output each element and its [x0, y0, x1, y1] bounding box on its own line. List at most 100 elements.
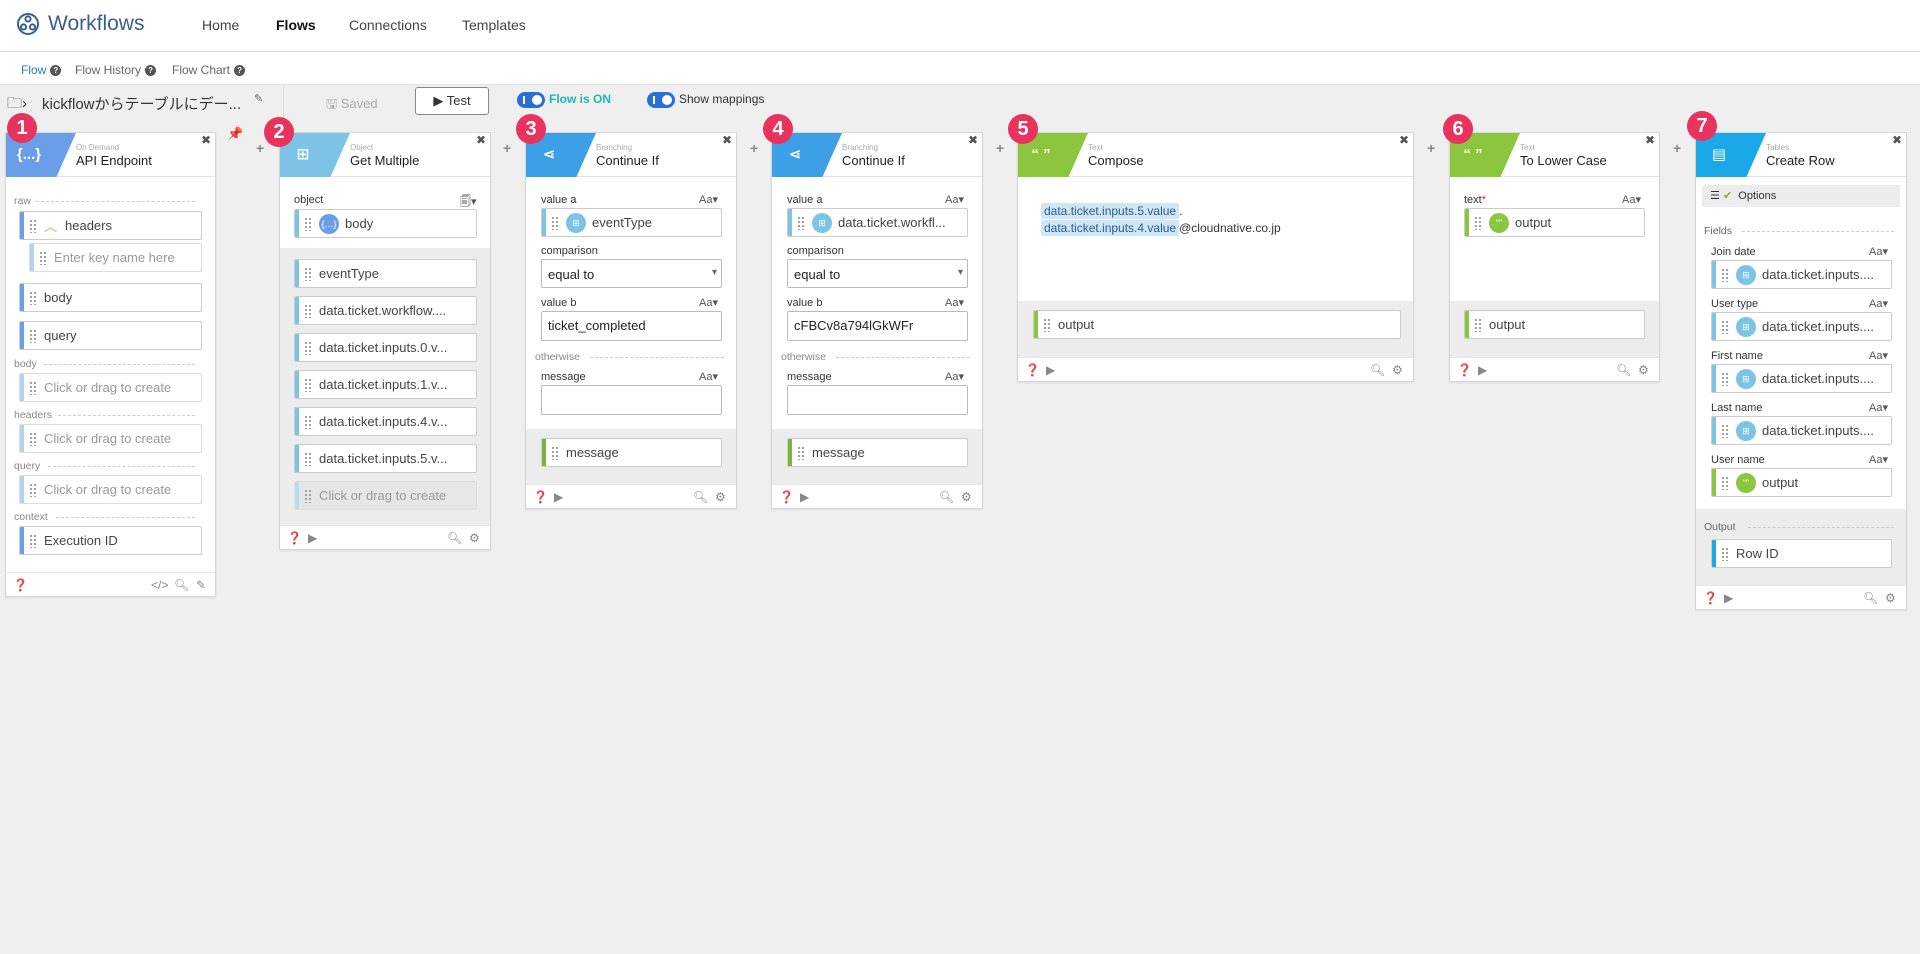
- query-create-slot[interactable]: Click or drag to create: [19, 475, 202, 504]
- gear-icon[interactable]: ⚙: [961, 490, 972, 504]
- output-message[interactable]: message: [787, 438, 968, 467]
- output-inputs-5[interactable]: data.ticket.inputs.5.v...: [294, 444, 477, 473]
- comparison-select[interactable]: equal to: [541, 259, 722, 288]
- add-step-button[interactable]: +: [996, 140, 1004, 156]
- chevron-up-icon[interactable]: ︿: [44, 216, 57, 235]
- drag-handle-icon[interactable]: [1721, 371, 1728, 386]
- play-icon[interactable]: ▶: [308, 531, 317, 545]
- help-icon[interactable]: ❓: [1703, 591, 1718, 605]
- type-selector[interactable]: Aa▾: [1869, 349, 1888, 362]
- close-icon[interactable]: ✖: [1399, 133, 1409, 147]
- type-selector[interactable]: Aa▾: [1869, 401, 1888, 414]
- close-icon[interactable]: ✖: [201, 133, 211, 147]
- drag-handle-icon[interactable]: [29, 482, 36, 497]
- type-selector[interactable]: Aa▾: [1869, 297, 1888, 310]
- search-icon[interactable]: 🔍︎: [1370, 363, 1385, 377]
- drag-handle-icon[interactable]: [29, 380, 36, 395]
- output-workflow[interactable]: data.ticket.workflow....: [294, 296, 477, 325]
- drag-handle-icon[interactable]: [551, 445, 558, 460]
- card-header[interactable]: “ ” Text Compose ✖: [1018, 133, 1413, 177]
- output-create-slot[interactable]: Click or drag to create: [294, 481, 477, 510]
- output-message[interactable]: message: [541, 438, 722, 467]
- search-icon[interactable]: 🔍︎: [174, 578, 189, 592]
- drag-handle-icon[interactable]: [304, 488, 311, 503]
- app-logo[interactable]: Workflows: [16, 12, 144, 36]
- drag-handle-icon[interactable]: [39, 250, 46, 265]
- user-type-input[interactable]: ⊞ data.ticket.inputs....: [1711, 312, 1892, 341]
- token-inputs-5[interactable]: data.ticket.inputs.5.value: [1041, 203, 1180, 219]
- play-icon[interactable]: ▶: [1046, 363, 1055, 377]
- card-header[interactable]: ⋖ Branching Continue If ✖: [526, 133, 736, 177]
- nav-home[interactable]: Home: [202, 17, 239, 33]
- play-icon[interactable]: ▶: [554, 490, 563, 504]
- drag-handle-icon[interactable]: [304, 414, 311, 429]
- tab-flow-chart[interactable]: Flow Chart?: [172, 63, 246, 77]
- drag-handle-icon[interactable]: [304, 340, 311, 355]
- type-selector[interactable]: Aa▾: [699, 296, 718, 309]
- add-step-button[interactable]: +: [1427, 140, 1435, 156]
- gear-icon[interactable]: ⚙: [469, 531, 480, 545]
- drag-handle-icon[interactable]: [1721, 475, 1728, 490]
- drag-handle-icon[interactable]: [29, 431, 36, 446]
- compose-text-editor[interactable]: data.ticket.inputs.5.value. data.ticket.…: [1041, 203, 1396, 237]
- card-header[interactable]: ⊞ Object Get Multiple ✖: [280, 133, 490, 177]
- drag-handle-icon[interactable]: [304, 451, 311, 466]
- help-icon[interactable]: ❓: [1025, 363, 1040, 377]
- nav-connections[interactable]: Connections: [349, 17, 427, 33]
- value-a-input[interactable]: ⊞ eventType: [541, 208, 722, 237]
- text-input[interactable]: “” output: [1464, 208, 1645, 237]
- execution-id-row[interactable]: Execution ID: [19, 526, 202, 555]
- card-header[interactable]: ▤ Tables Create Row ✖: [1696, 133, 1906, 177]
- body-create-slot[interactable]: Click or drag to create: [19, 373, 202, 402]
- last-name-input[interactable]: ⊞ data.ticket.inputs....: [1711, 416, 1892, 445]
- type-selector[interactable]: Aa▾: [1869, 453, 1888, 466]
- output-inputs-0[interactable]: data.ticket.inputs.0.v...: [294, 333, 477, 362]
- edit-pencil-icon[interactable]: ✎: [254, 92, 263, 105]
- output-inputs-4[interactable]: data.ticket.inputs.4.v...: [294, 407, 477, 436]
- add-step-button[interactable]: +: [503, 140, 511, 156]
- close-icon[interactable]: ✖: [1892, 133, 1902, 147]
- drag-handle-icon[interactable]: [1474, 317, 1481, 332]
- drag-handle-icon[interactable]: [304, 377, 311, 392]
- drag-handle-icon[interactable]: [551, 215, 558, 230]
- join-date-input[interactable]: ⊞ data.ticket.inputs....: [1711, 260, 1892, 289]
- value-a-input[interactable]: ⊞ data.ticket.workfl...: [787, 208, 968, 237]
- drag-handle-icon[interactable]: [29, 218, 36, 233]
- code-icon[interactable]: </>: [151, 578, 168, 592]
- drag-handle-icon[interactable]: [1721, 319, 1728, 334]
- type-selector[interactable]: Aa▾: [1869, 245, 1888, 258]
- play-icon[interactable]: ▶: [1478, 363, 1487, 377]
- drag-handle-icon[interactable]: [29, 328, 36, 343]
- nav-flows[interactable]: Flows: [276, 17, 316, 33]
- token-inputs-4[interactable]: data.ticket.inputs.4.value: [1041, 220, 1180, 236]
- close-icon[interactable]: ✖: [722, 133, 732, 147]
- value-b-input[interactable]: cFBCv8a794lGkWFr: [787, 311, 968, 341]
- play-icon[interactable]: ▶: [800, 490, 809, 504]
- type-selector[interactable]: Aa▾: [1622, 193, 1641, 206]
- nav-templates[interactable]: Templates: [462, 17, 526, 33]
- gear-icon[interactable]: ⚙: [715, 490, 726, 504]
- type-selector[interactable]: Aa▾: [945, 370, 964, 383]
- output-compose[interactable]: output: [1033, 310, 1401, 339]
- drag-handle-icon[interactable]: [29, 290, 36, 305]
- flow-on-toggle[interactable]: Flow is ON: [517, 92, 611, 108]
- drag-handle-icon[interactable]: [1721, 546, 1728, 561]
- add-step-button[interactable]: +: [750, 140, 758, 156]
- flow-name[interactable]: kickflowからテーブルにデー...: [42, 93, 241, 114]
- message-input[interactable]: [541, 385, 722, 415]
- value-b-input[interactable]: ticket_completed: [541, 311, 722, 341]
- add-step-button[interactable]: +: [1673, 140, 1681, 156]
- test-button[interactable]: ▶ Test: [415, 87, 489, 115]
- help-icon[interactable]: ❓: [287, 531, 302, 545]
- output-event-type[interactable]: eventType: [294, 259, 477, 288]
- drag-handle-icon[interactable]: [1721, 267, 1728, 282]
- output-row-id[interactable]: Row ID: [1711, 539, 1892, 568]
- tab-flow[interactable]: Flow?: [21, 63, 62, 77]
- type-selector[interactable]: Aa▾: [945, 193, 964, 206]
- card-header[interactable]: {...} On Demand API Endpoint ✖: [6, 133, 215, 177]
- drag-handle-icon[interactable]: [1721, 423, 1728, 438]
- gear-icon[interactable]: ⚙: [1392, 363, 1403, 377]
- help-icon[interactable]: ❓: [1457, 363, 1472, 377]
- object-input[interactable]: {…} body: [294, 209, 477, 238]
- body-row[interactable]: body: [19, 283, 202, 312]
